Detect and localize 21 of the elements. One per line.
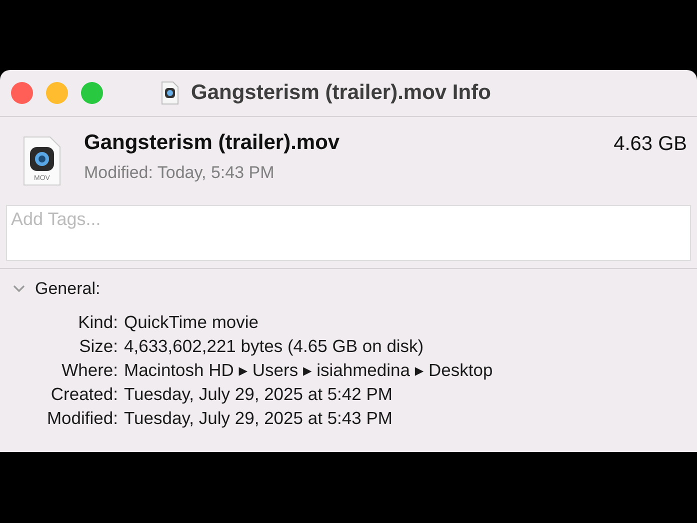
modified-date: Modified: Today, 5:43 PM [84, 163, 276, 183]
info-value: Macintosh HD ▸ Users ▸ isiahmedina ▸ Desktop [124, 360, 494, 381]
file-size: 4.63 GB [614, 133, 687, 156]
tags-field[interactable]: Add Tags... [6, 205, 691, 261]
info-label: Where: [60, 360, 118, 381]
info-value: Tuesday, July 29, 2025 at 5:42 PM [124, 384, 394, 405]
info-value: QuickTime movie [124, 312, 260, 333]
window-title: Gangsterism (trailer).mov Info [191, 81, 491, 105]
zoom-button[interactable] [81, 82, 103, 104]
section-title[interactable]: General: [35, 279, 100, 299]
close-button[interactable] [11, 82, 33, 104]
movie-file-icon [160, 81, 180, 105]
disclosure-chevron-icon[interactable] [12, 284, 26, 294]
info-label: Kind: [77, 312, 118, 333]
minimize-button[interactable] [46, 82, 68, 104]
info-label: Modified: [46, 408, 118, 429]
info-label: Size: [78, 336, 118, 357]
file-name: Gangsterism (trailer).mov [84, 131, 341, 155]
info-value: Tuesday, July 29, 2025 at 5:43 PM [124, 408, 394, 429]
info-label: Created: [50, 384, 118, 405]
info-value: 4,633,602,221 bytes (4.65 GB on disk) [124, 336, 425, 357]
